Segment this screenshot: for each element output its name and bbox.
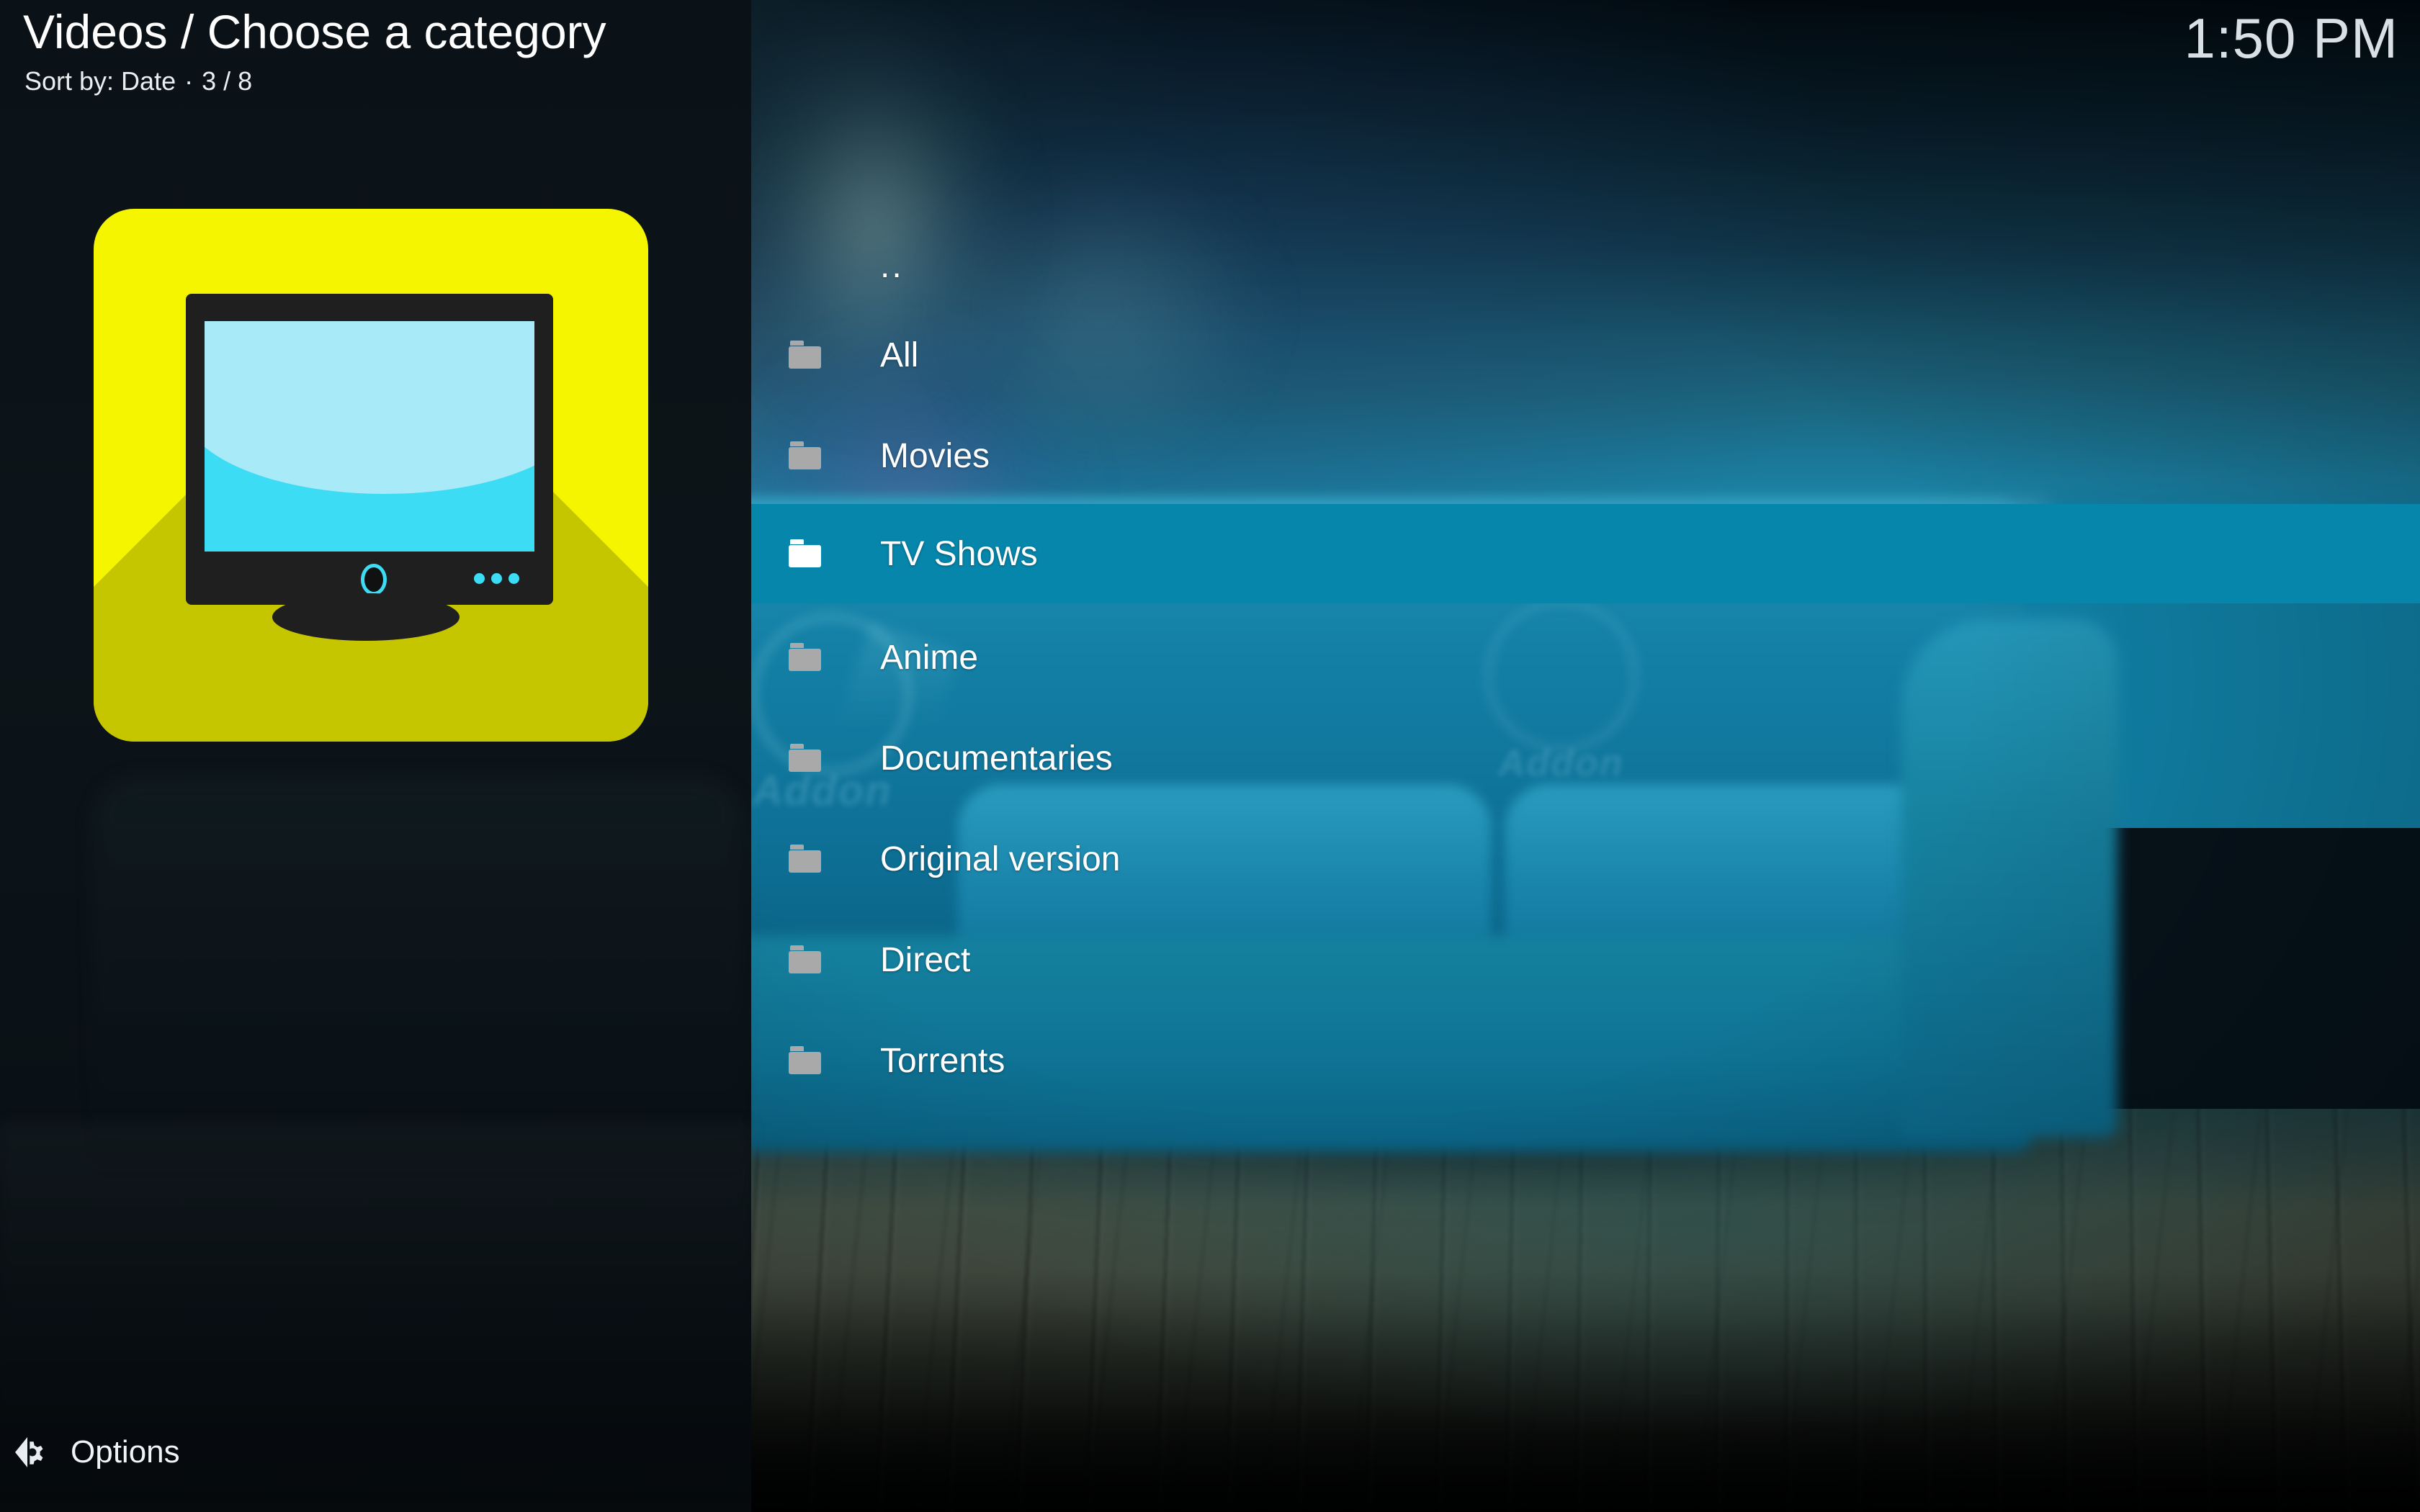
folder-icon	[789, 643, 823, 672]
sort-label: Sort by: Date	[24, 66, 176, 96]
folder-icon	[789, 341, 823, 369]
list-item-label: All	[880, 336, 919, 374]
tv-screen-highlight	[205, 321, 534, 494]
list-item-movies[interactable]: Movies	[751, 406, 2420, 505]
options-label: Options	[71, 1434, 180, 1470]
left-panel-ghost-couch	[94, 778, 742, 1181]
tv-monitor-icon	[186, 294, 553, 605]
tv-power-button-icon	[361, 564, 387, 595]
folder-icon	[789, 845, 823, 873]
list-item-label: Original version	[880, 840, 1121, 878]
left-info-panel: Videos / Choose a category Sort by: Date…	[0, 0, 751, 1512]
list-item-label: Torrents	[880, 1041, 1005, 1080]
list-item-label: Anime	[880, 638, 979, 677]
list-item-label: TV Shows	[880, 534, 1038, 573]
folder-icon	[789, 945, 823, 974]
list-item-label: Documentaries	[880, 739, 1113, 778]
list-item-direct[interactable]: Direct	[751, 910, 2420, 1009]
kodi-screen: Addon Addon .. All Movies	[0, 0, 2420, 1512]
tv-indicator-dots	[474, 573, 519, 584]
tv-stand	[272, 593, 460, 641]
category-thumbnail	[94, 209, 648, 742]
options-button[interactable]: Options	[13, 1433, 180, 1472]
separator-dot: ·	[184, 66, 194, 96]
sort-and-position: Sort by: Date · 3 / 8	[24, 66, 252, 96]
list-item-documentaries[interactable]: Documentaries	[751, 708, 2420, 808]
list-item-label: Movies	[880, 436, 990, 475]
folder-icon	[789, 441, 823, 470]
clock: 1:50 PM	[2184, 6, 2398, 70]
tv-screen	[205, 321, 534, 552]
list-item-parent[interactable]: ..	[751, 216, 2420, 315]
category-list[interactable]: .. All Movies TV Shows Anime Documentari…	[751, 0, 2420, 1512]
page-title: Videos / Choose a category	[23, 5, 606, 58]
folder-icon	[789, 539, 823, 568]
item-position: 3 / 8	[202, 66, 253, 96]
list-item-anime[interactable]: Anime	[751, 608, 2420, 707]
list-item-all[interactable]: All	[751, 305, 2420, 405]
folder-icon	[789, 744, 823, 773]
left-arrow-gear-icon	[15, 1437, 43, 1467]
list-item-label: ..	[880, 246, 904, 285]
list-item-label: Direct	[880, 940, 971, 979]
list-item-tv-shows[interactable]: TV Shows	[751, 504, 2420, 603]
folder-icon	[789, 1046, 823, 1075]
list-item-original-version[interactable]: Original version	[751, 809, 2420, 909]
list-item-torrents[interactable]: Torrents	[751, 1011, 2420, 1110]
